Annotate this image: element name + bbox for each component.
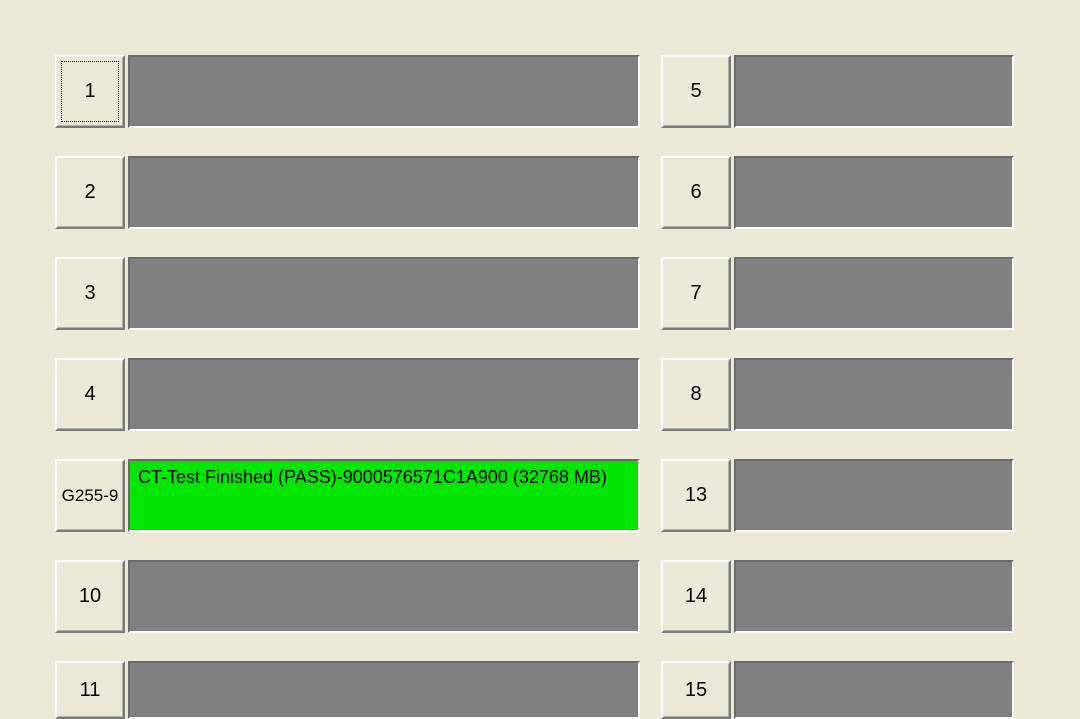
slot-button-label: 4 xyxy=(84,383,95,406)
slot-button-10[interactable]: 10 xyxy=(55,560,125,633)
slot-button-label: 2 xyxy=(84,181,95,204)
slot-row: G255-9 CT-Test Finished (PASS)-900057657… xyxy=(55,459,1080,532)
slot-status-panel-13 xyxy=(734,459,1014,532)
slot-button-label: 13 xyxy=(685,484,707,507)
slot-row: 2 6 xyxy=(55,156,1080,229)
slot-button-label: 10 xyxy=(79,585,101,608)
slot-button-4[interactable]: 4 xyxy=(55,358,125,431)
slot-button-14[interactable]: 14 xyxy=(661,560,731,633)
slot-status-panel-15 xyxy=(734,661,1014,719)
slot-button-label: 8 xyxy=(690,383,701,406)
slot-status-text: CT-Test Finished (PASS)-9000576571C1A900… xyxy=(138,467,607,487)
slot-row: 11 15 xyxy=(55,661,1080,719)
slot-status-panel-5 xyxy=(734,55,1014,128)
slot-status-panel-11 xyxy=(128,661,640,719)
slot-row: 4 8 xyxy=(55,358,1080,431)
slot-status-panel-7 xyxy=(734,257,1014,330)
slot-row: 1 5 xyxy=(55,55,1080,128)
slot-button-label: 7 xyxy=(690,282,701,305)
slot-button-label: 5 xyxy=(690,80,701,103)
slot-button-15[interactable]: 15 xyxy=(661,661,731,719)
slot-status-panel-2 xyxy=(128,156,640,229)
slot-button-3[interactable]: 3 xyxy=(55,257,125,330)
slot-row: 10 14 xyxy=(55,560,1080,633)
slot-status-panel-10 xyxy=(128,560,640,633)
slot-status-panel-3 xyxy=(128,257,640,330)
slot-button-7[interactable]: 7 xyxy=(661,257,731,330)
slot-button-label: 15 xyxy=(685,679,707,702)
slot-status-panel-1 xyxy=(128,55,640,128)
slot-status-panel-6 xyxy=(734,156,1014,229)
slot-grid: 1 5 2 6 3 xyxy=(55,55,1080,719)
slot-status-panel-4 xyxy=(128,358,640,431)
slot-button-label: 1 xyxy=(84,80,95,103)
slot-button-13[interactable]: 13 xyxy=(661,459,731,532)
slot-button-label: 3 xyxy=(84,282,95,305)
slot-button-8[interactable]: 8 xyxy=(661,358,731,431)
slot-button-5[interactable]: 5 xyxy=(661,55,731,128)
slot-status-panel-14 xyxy=(734,560,1014,633)
slot-button-2[interactable]: 2 xyxy=(55,156,125,229)
slot-button-label: 6 xyxy=(690,181,701,204)
slot-button-label: 11 xyxy=(80,679,101,702)
slot-button-11[interactable]: 11 xyxy=(55,661,125,719)
slot-row: 3 7 xyxy=(55,257,1080,330)
slot-button-label: 14 xyxy=(685,585,707,608)
slot-status-panel-8 xyxy=(734,358,1014,431)
slot-button-label: G255-9 xyxy=(62,486,119,506)
slot-status-panel-g255-9: CT-Test Finished (PASS)-9000576571C1A900… xyxy=(128,459,640,532)
slot-button-1[interactable]: 1 xyxy=(55,55,125,128)
slot-button-g255-9[interactable]: G255-9 xyxy=(55,459,125,532)
slot-button-6[interactable]: 6 xyxy=(661,156,731,229)
